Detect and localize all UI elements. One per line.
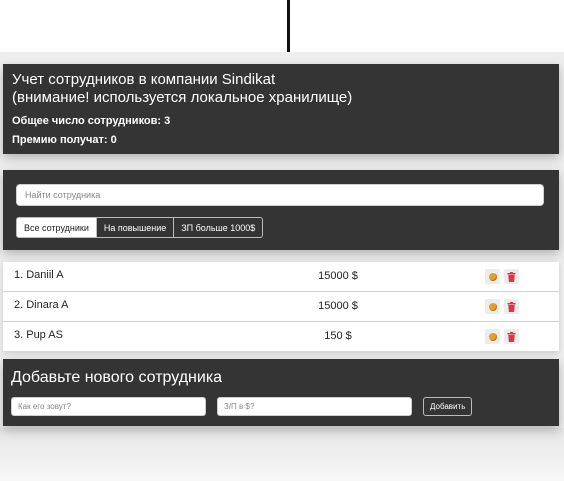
list-item: 2. Dinara A 15000 $ [3,292,559,322]
cookie-icon [488,272,497,281]
employee-salary: 15000 $ [318,300,358,312]
add-employee-title: Добавьте нового сотрудника [11,369,223,386]
trash-icon [507,301,516,312]
list-item: 3. Pup AS 150 $ [3,322,559,351]
filter-group: Все сотрудники На повышение ЗП больше 10… [16,217,546,238]
filter-promotion-button[interactable]: На повышение [96,217,175,238]
promote-button[interactable] [485,269,500,284]
add-employee-form: Добавить [11,397,551,416]
search-panel: Все сотрудники На повышение ЗП больше 10… [3,170,559,250]
app-title-line2: (внимание! используется локальное хранил… [12,89,353,106]
add-employee-panel: Добавьте нового сотрудника Добавить [3,359,559,426]
promote-button[interactable] [485,299,500,314]
delete-button[interactable] [504,269,519,284]
app-info-panel: Учет сотрудников в компании Sindikat (вн… [3,64,559,154]
filter-salary-button[interactable]: ЗП больше 1000$ [174,217,264,238]
employee-name[interactable]: 3. Pup AS [14,329,63,341]
bottom-shadow [0,428,564,481]
employee-salary: 150 $ [324,330,352,342]
promote-button[interactable] [485,329,500,344]
delete-button[interactable] [504,329,519,344]
employee-salary-input[interactable] [217,397,412,416]
employee-name[interactable]: 2. Dinara A [14,299,68,311]
delete-button[interactable] [504,299,519,314]
trash-icon [507,271,516,282]
employee-salary: 15000 $ [318,270,358,282]
trash-icon [507,331,516,342]
employee-name-input[interactable] [11,397,206,416]
cookie-icon [488,332,497,341]
employee-name[interactable]: 1. Daniil A [14,269,64,281]
cookie-icon [488,302,497,311]
app-title: Учет сотрудников в компании Sindikat (вн… [12,71,550,107]
filter-all-button[interactable]: Все сотрудники [16,217,97,238]
total-employees-text: Общее число сотрудников: 3 [12,115,171,127]
add-employee-button[interactable]: Добавить [423,397,473,416]
list-item: 1. Daniil A 15000 $ [3,262,559,292]
app-title-line1: Учет сотрудников в компании Sindikat [12,71,276,88]
top-divider-line [287,0,290,52]
employee-list: 1. Daniil A 15000 $ 2. Dinara A 15000 $ … [3,262,559,351]
search-input[interactable] [16,184,544,206]
bonus-recipients-text: Премию получат: 0 [12,134,117,146]
